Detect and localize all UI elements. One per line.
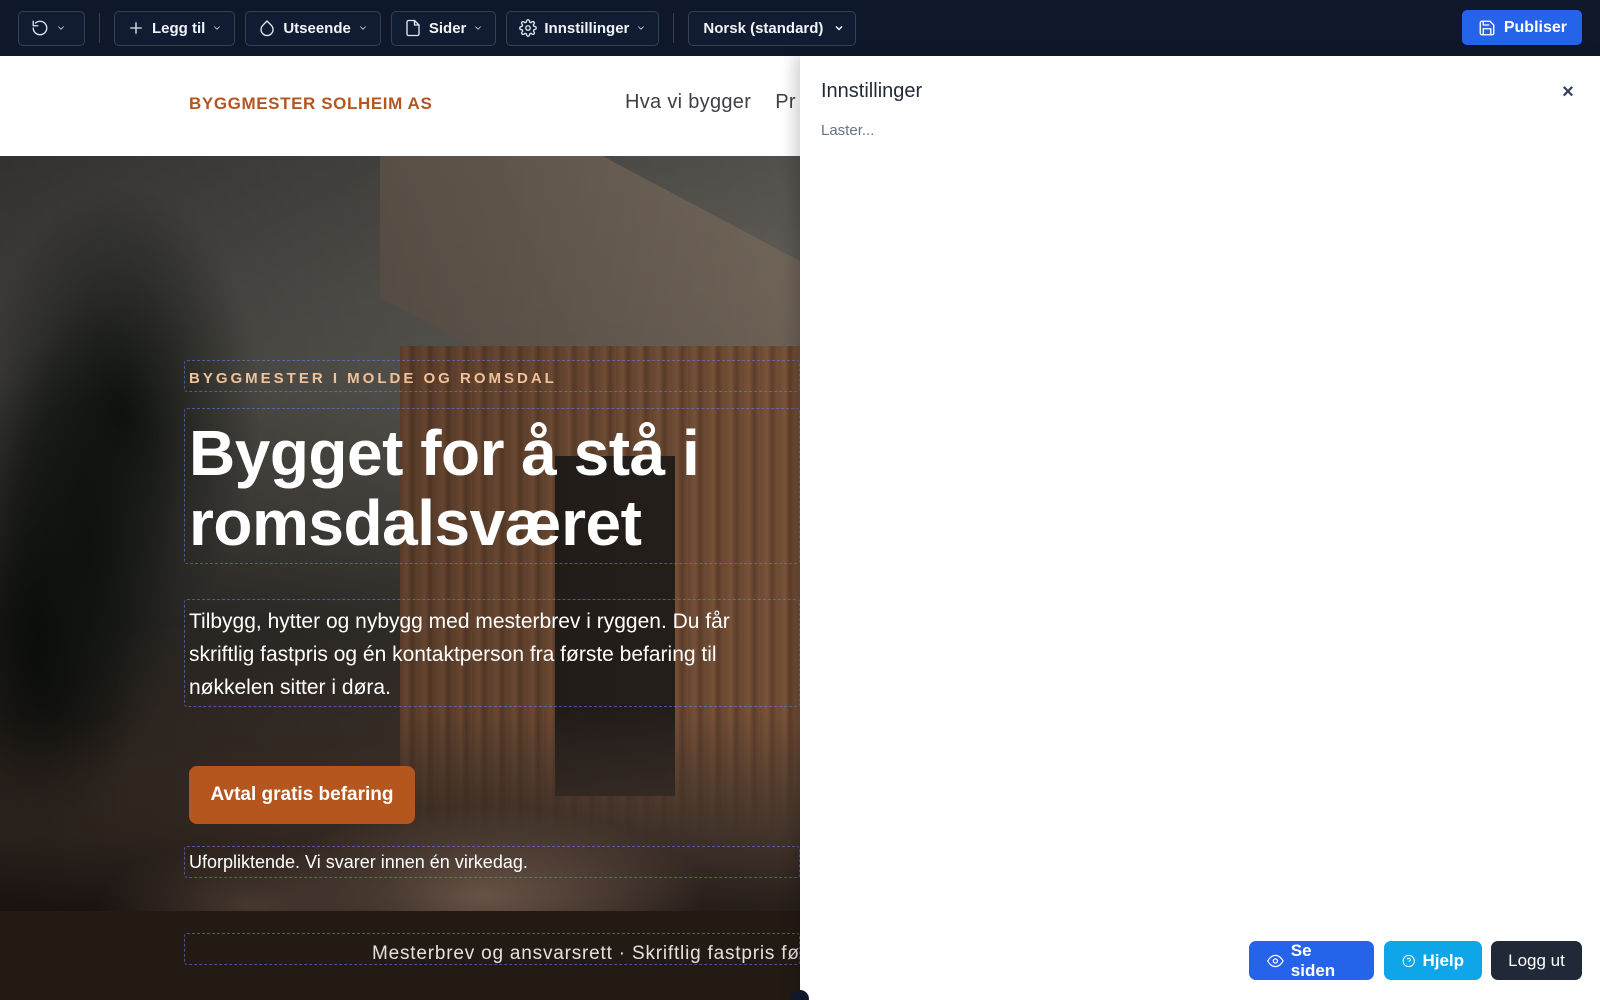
chevron-down-icon bbox=[58, 26, 64, 30]
site-brand-logo[interactable]: BYGGMESTER SOLHEIM AS bbox=[189, 94, 432, 114]
undo-history-button[interactable] bbox=[18, 10, 85, 46]
pages-button-label: Sider bbox=[428, 19, 467, 37]
help-label: Hjelp bbox=[1422, 950, 1464, 970]
chevron-down-icon bbox=[638, 26, 645, 30]
save-icon bbox=[1479, 20, 1495, 35]
toolbar-divider bbox=[99, 13, 100, 43]
gear-icon bbox=[519, 19, 538, 37]
hero-section: BYGGMESTER I MOLDE OG ROMSDAL Bygget for… bbox=[0, 156, 800, 911]
chevron-down-icon bbox=[214, 26, 221, 30]
appearance-button-label: Utseende bbox=[283, 19, 351, 37]
help-button[interactable]: Hjelp bbox=[1384, 941, 1482, 980]
hero-note[interactable]: Uforpliktende. Vi svarer innen én virked… bbox=[189, 852, 528, 873]
hero-eyebrow[interactable]: BYGGMESTER I MOLDE OG ROMSDAL bbox=[189, 370, 557, 387]
settings-panel-title: Innstillinger bbox=[821, 80, 923, 102]
settings-panel: Innstillinger × Laster... bbox=[800, 56, 1600, 1000]
language-select[interactable]: Norsk (standard) bbox=[688, 10, 857, 46]
site-header: BYGGMESTER SOLHEIM AS Hva vi bygger Pr bbox=[0, 56, 800, 156]
language-select-value: Norsk (standard) bbox=[703, 19, 824, 37]
chevron-down-icon bbox=[359, 26, 366, 30]
settings-button-label: Innstillinger bbox=[544, 19, 630, 37]
toolbar-divider bbox=[673, 13, 675, 43]
eye-icon bbox=[1267, 954, 1284, 967]
chevron-down-icon bbox=[475, 26, 482, 30]
close-icon[interactable]: × bbox=[1556, 80, 1580, 104]
view-site-label: Se siden bbox=[1290, 940, 1336, 980]
site-nav: Hva vi bygger Pr bbox=[625, 91, 796, 114]
plus-icon bbox=[130, 22, 142, 34]
view-site-button[interactable]: Se siden bbox=[1249, 941, 1374, 980]
nav-item-what-we-build[interactable]: Hva vi bygger bbox=[625, 91, 751, 114]
chevron-down-icon bbox=[835, 25, 843, 31]
add-button-label: Legg til bbox=[152, 19, 206, 37]
pages-button[interactable]: Sider bbox=[390, 10, 497, 46]
file-icon bbox=[406, 19, 420, 37]
editor-toolbar: Legg til Utseende Sider Innstillinger No… bbox=[0, 0, 1600, 56]
undo-icon bbox=[32, 20, 48, 36]
trust-bar-text[interactable]: Mesterbrev og ansvarsrett · Skriftlig fa… bbox=[372, 943, 800, 965]
help-circle-icon bbox=[1402, 954, 1415, 967]
loading-text: Laster... bbox=[821, 122, 875, 139]
publish-button[interactable]: Publiser bbox=[1461, 10, 1582, 45]
publish-button-label: Publiser bbox=[1503, 18, 1567, 36]
hero-description[interactable]: Tilbygg, hytter og nybygg med mesterbrev… bbox=[189, 605, 789, 704]
add-button[interactable]: Legg til bbox=[114, 10, 236, 46]
site-preview: BYGGMESTER SOLHEIM AS Hva vi bygger Pr B… bbox=[0, 56, 800, 1000]
settings-button[interactable]: Innstillinger bbox=[506, 10, 660, 46]
logout-button[interactable]: Logg ut bbox=[1491, 941, 1582, 980]
book-inspection-button[interactable]: Avtal gratis befaring bbox=[189, 766, 415, 824]
nav-item-truncated[interactable]: Pr bbox=[775, 91, 796, 114]
droplet-icon bbox=[260, 20, 275, 37]
appearance-button[interactable]: Utseende bbox=[245, 10, 381, 46]
hero-title[interactable]: Bygget for å stå i romsdalsværet bbox=[189, 418, 789, 558]
trust-bar: Mesterbrev og ansvarsrett · Skriftlig fa… bbox=[0, 911, 800, 1000]
